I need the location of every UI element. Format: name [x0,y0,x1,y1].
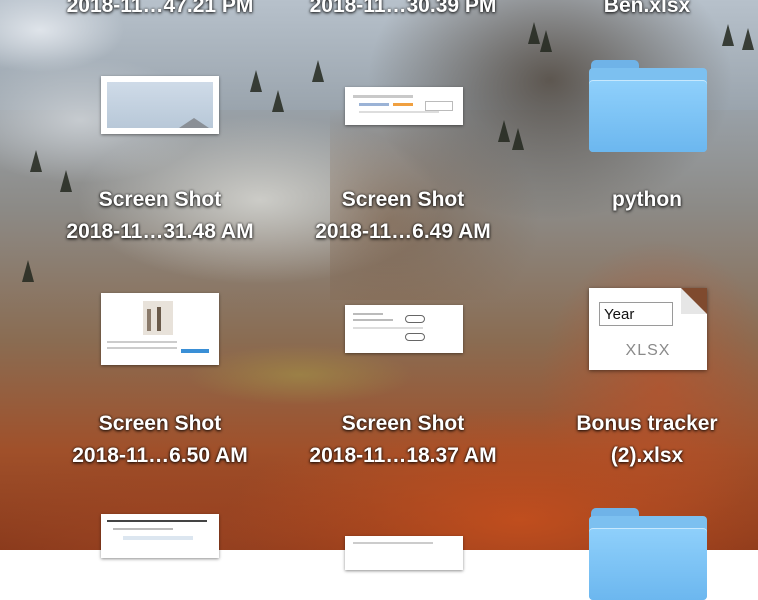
desktop-item-xlsx[interactable]: Bonus tracker (2).xlsx [527,408,758,472]
desktop-item-screenshot[interactable]: 2018-11…47.21 PM [40,0,280,22]
item-name-line2: 2018-11…6.49 AM [315,220,491,243]
folder-icon[interactable] [589,508,707,600]
screenshot-thumbnail[interactable] [101,293,219,365]
thumbnail-line [107,341,177,343]
thumbnail-line [359,103,389,106]
desktop-item-screenshot[interactable]: 2018-11…30.39 PM [283,0,523,22]
item-name-line2: 2018-11…31.48 AM [66,220,254,243]
desktop-item-screenshot[interactable]: Screen Shot 2018-11…18.37 AM [283,408,523,472]
item-name: Ben.xlsx [603,0,691,17]
tree-icon [528,22,540,44]
page-fold [681,288,707,314]
thumbnail-image-detail [147,309,151,331]
thumbnail-highlight [405,333,425,341]
thumbnail-line [359,111,439,113]
thumbnail-line [353,327,423,329]
thumbnail-button [181,349,209,353]
wallpaper-right-slope [540,240,758,550]
item-name-line2: 2018-11…6.50 AM [72,444,248,467]
item-name: python [612,188,682,211]
preview-cell: Year [599,302,673,326]
tree-icon [722,24,734,46]
screenshot-thumbnail[interactable] [101,514,219,558]
desktop-item-folder[interactable]: python [527,184,758,216]
thumbnail-line [353,313,383,315]
thumbnail-line [113,528,173,530]
folder-front [589,528,707,600]
thumbnail-line [107,520,207,522]
screenshot-thumbnail[interactable] [345,87,463,125]
item-name-line1: Screen Shot [341,412,465,435]
thumbnail-line [353,319,393,321]
tree-icon [512,128,524,150]
tree-icon [22,260,34,282]
xlsx-file-icon[interactable]: Year XLSX [589,288,707,370]
item-name-line2: (2).xlsx [610,444,684,467]
file-extension: XLSX [625,342,671,359]
thumbnail-highlight [405,315,425,323]
thumbnail-line [107,347,177,349]
folder-icon[interactable] [589,60,707,152]
desktop-item-file[interactable]: Ben.xlsx [527,0,758,22]
thumbnail-line [353,542,433,544]
thumbnail-image-detail [157,307,161,331]
thumbnail-line [123,536,193,540]
item-name-line2: 2018-11…18.37 AM [309,444,497,467]
tree-icon [272,90,284,112]
item-name-line1: Screen Shot [341,188,465,211]
thumbnail-box [425,101,453,111]
item-name-line1: Screen Shot [98,412,222,435]
thumbnail-line [393,103,413,106]
tree-icon [498,120,510,142]
thumbnail-line [353,95,413,98]
tree-icon [742,28,754,50]
desktop-item-screenshot[interactable]: Screen Shot 2018-11…6.50 AM [40,408,280,472]
screenshot-thumbnail[interactable] [345,305,463,353]
item-name-line1: Bonus tracker [576,412,718,435]
tree-icon [540,30,552,52]
screenshot-thumbnail[interactable] [101,76,219,134]
item-name: 2018-11…47.21 PM [66,0,254,17]
tree-icon [30,150,42,172]
item-name-line1: Screen Shot [98,188,222,211]
desktop-item-screenshot[interactable]: Screen Shot 2018-11…6.49 AM [283,184,523,248]
folder-front [589,80,707,152]
tree-icon [312,60,324,82]
desktop-item-screenshot[interactable]: Screen Shot 2018-11…31.48 AM [40,184,280,248]
tree-icon [250,70,262,92]
screenshot-thumbnail[interactable] [345,536,463,570]
item-name: 2018-11…30.39 PM [309,0,497,17]
